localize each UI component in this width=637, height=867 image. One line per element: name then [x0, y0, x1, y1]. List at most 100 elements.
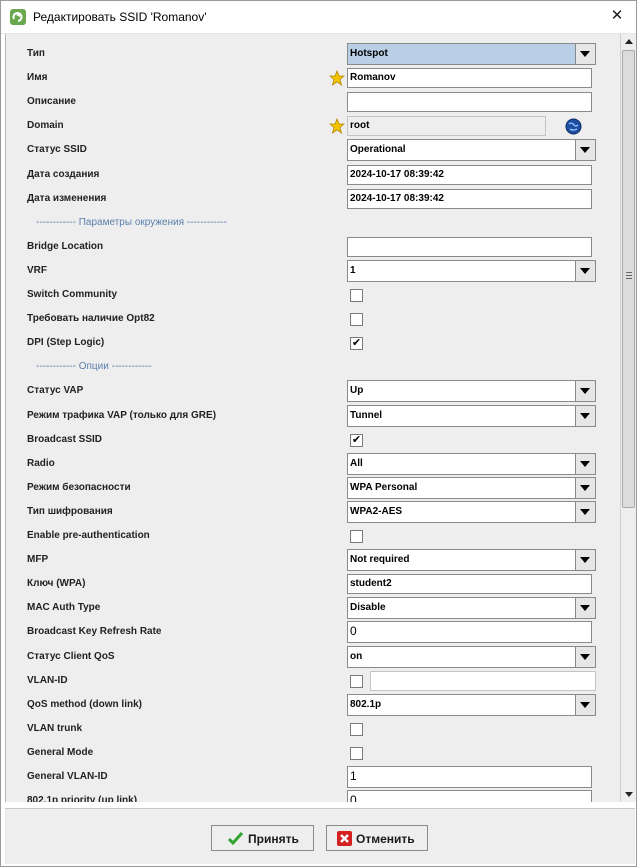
cancel-button[interactable]: Отменить	[326, 825, 428, 851]
dropdown-select[interactable]: Not required	[347, 549, 596, 572]
checkbox[interactable]	[350, 746, 363, 760]
chevron-down-icon[interactable]	[575, 140, 595, 161]
field-label: Bridge Location	[27, 240, 104, 252]
text-input[interactable]	[347, 236, 592, 257]
dropdown-select[interactable]: WPA2-AES	[347, 500, 596, 523]
form-row: Broadcast SSID ✔	[6, 429, 620, 453]
globe-icon[interactable]	[565, 118, 582, 135]
dropdown-value: WPA2-AES	[350, 505, 403, 517]
field-label: Тип	[27, 48, 45, 59]
form-row: Режим трафика VAP (только для GRE) Tunnel	[6, 404, 620, 429]
chevron-down-icon[interactable]	[575, 405, 595, 426]
ssid-form: Тип Hotspot Имя Romanov Описание Domain root Ст…	[6, 34, 620, 802]
form-row: Domain root	[6, 115, 620, 139]
dropdown-select[interactable]: on	[347, 645, 596, 668]
field-label: Дата изменения	[27, 192, 107, 204]
dropdown-select[interactable]: WPA Personal	[347, 476, 596, 499]
field-label: QoS method (down link)	[27, 698, 142, 710]
checkbox[interactable]	[350, 674, 363, 688]
dropdown-value: Up	[350, 385, 364, 397]
checkbox[interactable]	[350, 722, 363, 736]
scroll-up-arrow-icon[interactable]	[621, 34, 637, 48]
close-button[interactable]: ✕	[604, 4, 630, 28]
text-input[interactable]	[347, 92, 592, 113]
dialog-body: Тип Hotspot Имя Romanov Описание Domain root Ст…	[5, 34, 637, 802]
scroll-down-arrow-icon[interactable]	[621, 788, 637, 802]
form-row: Broadcast Key Refresh Rate 0	[6, 621, 620, 645]
dropdown-select[interactable]: All	[347, 452, 596, 475]
required-star-icon	[328, 118, 346, 135]
field-label: VLAN-ID	[27, 674, 68, 686]
field-label: DPI (Step Logic)	[27, 337, 105, 349]
form-row: Enable pre-authentication	[6, 525, 620, 549]
form-row: Статус VAP Up	[6, 380, 620, 404]
chevron-down-icon[interactable]	[575, 646, 595, 667]
checkbox[interactable]: ✔	[350, 433, 363, 447]
dropdown-select[interactable]: 802.1p	[347, 693, 596, 716]
section-header: ------------ Опции ------------	[36, 361, 152, 373]
dropdown-select[interactable]: Up	[347, 380, 596, 403]
dropdown-value: 802.1p	[350, 698, 382, 710]
section-header: ------------ Параметры окружения -------…	[36, 216, 227, 228]
chevron-down-icon[interactable]	[575, 477, 595, 498]
form-row: MAC Auth Type Disable	[6, 597, 620, 621]
chevron-down-icon[interactable]	[575, 550, 595, 571]
chevron-down-icon[interactable]	[575, 44, 595, 64]
text-input[interactable]: student2	[347, 574, 592, 595]
field-label: Режим безопасности	[27, 481, 131, 493]
text-input[interactable]: 0	[347, 790, 592, 802]
chevron-down-icon[interactable]	[575, 453, 595, 474]
field-label: General VLAN-ID	[27, 771, 108, 782]
window-title: Редактировать SSID 'Romanov'	[33, 10, 207, 24]
text-input[interactable]: 2024-10-17 08:39:42	[347, 188, 592, 209]
field-label: Broadcast SSID	[27, 433, 103, 445]
button-bar: Принять Отменить	[5, 808, 635, 864]
vertical-scrollbar[interactable]	[620, 34, 637, 802]
form-row: Режим безопасности WPA Personal	[6, 476, 620, 501]
form-row: VLAN trunk	[6, 718, 620, 742]
checkbox[interactable]	[350, 289, 363, 302]
accept-label: Принять	[248, 832, 299, 846]
scrollbar-thumb[interactable]	[622, 50, 635, 508]
form-row: Статус Client QoS on	[6, 645, 620, 670]
chevron-down-icon[interactable]	[575, 381, 595, 402]
checkbox[interactable]	[350, 313, 363, 327]
chevron-down-icon[interactable]	[575, 694, 595, 715]
form-row: Статус SSID Operational	[6, 139, 620, 163]
cancel-label: Отменить	[356, 832, 415, 846]
accept-button[interactable]: Принять	[211, 825, 314, 851]
dropdown-select[interactable]: Operational	[347, 139, 596, 162]
cross-icon	[337, 831, 352, 846]
dropdown-value: All	[350, 457, 363, 469]
dropdown-value: Tunnel	[350, 409, 383, 421]
form-row: ------------ Параметры окружения -------…	[6, 212, 620, 236]
form-row: VRF 1	[6, 259, 620, 284]
dropdown-select[interactable]: Disable	[347, 597, 596, 620]
form-row: ------------ Опции ------------	[6, 356, 620, 380]
form-row: MFP Not required	[6, 549, 620, 573]
checkbox[interactable]: ✔	[350, 337, 363, 351]
dropdown-select[interactable]: 1	[347, 259, 596, 282]
vlan-id-input[interactable]	[370, 670, 596, 691]
dropdown-select[interactable]: Hotspot	[347, 43, 596, 65]
field-label: MAC Auth Type	[27, 602, 101, 614]
text-input[interactable]: 0	[347, 621, 592, 644]
form-row: General Mode	[6, 742, 620, 766]
chevron-down-icon[interactable]	[575, 260, 595, 281]
form-row: QoS method (down link) 802.1p	[6, 693, 620, 718]
app-refresh-icon	[10, 9, 26, 25]
chevron-down-icon[interactable]	[575, 501, 595, 522]
checkbox[interactable]	[350, 530, 363, 543]
dropdown-select[interactable]: Tunnel	[347, 404, 596, 427]
form-row: 802.1p priority (up link) 0	[6, 790, 620, 802]
field-label: MFP	[27, 554, 49, 566]
field-label: Radio	[27, 457, 55, 469]
required-star-icon	[328, 70, 346, 87]
field-label: Режим трафика VAP (только для GRE)	[27, 409, 217, 421]
dropdown-value: Not required	[350, 554, 410, 566]
text-input[interactable]: 2024-10-17 08:39:42	[347, 164, 592, 185]
text-input[interactable]: Romanov	[347, 68, 592, 89]
chevron-down-icon[interactable]	[575, 598, 595, 619]
text-input[interactable]: 1	[347, 766, 592, 788]
field-label: Статус SSID	[27, 144, 87, 156]
